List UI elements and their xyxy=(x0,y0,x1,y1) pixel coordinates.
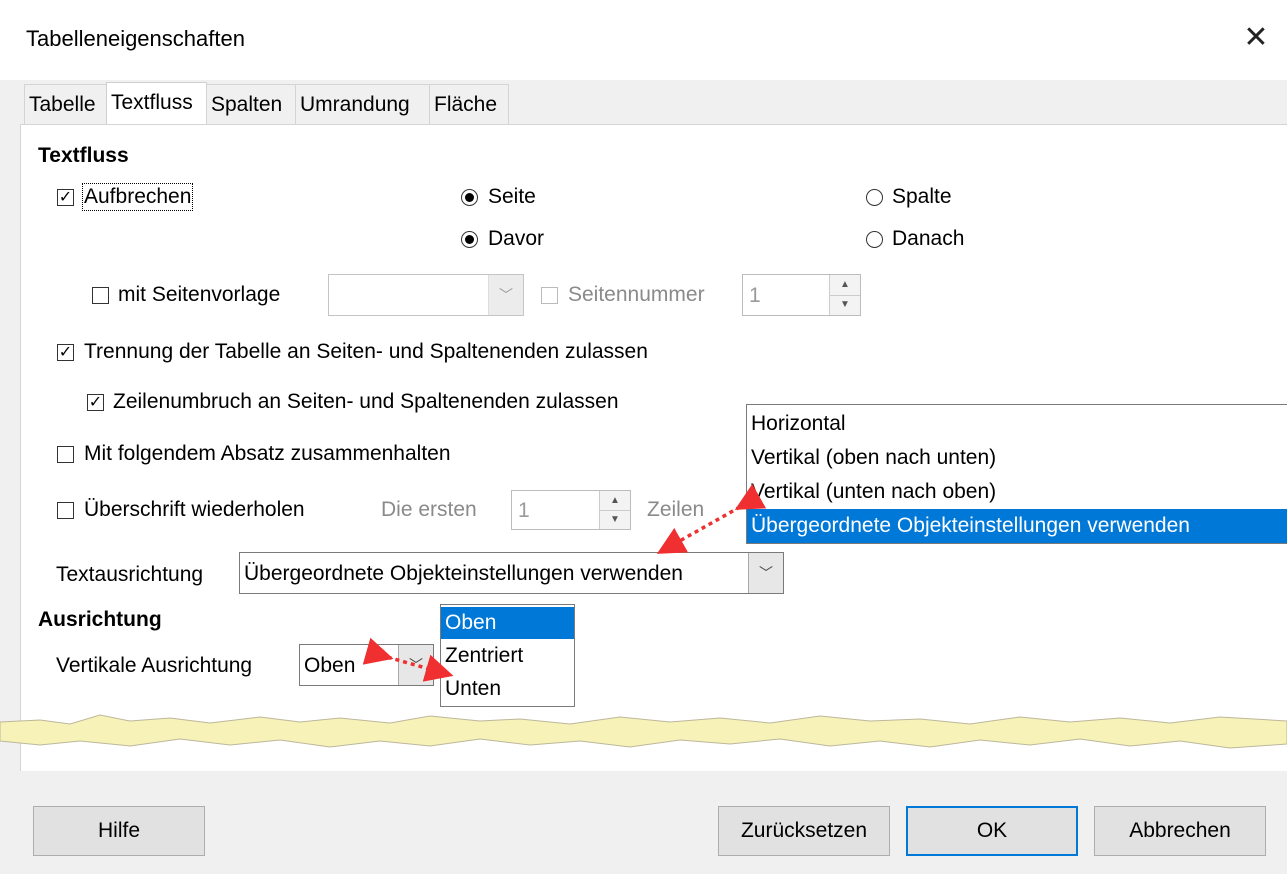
torn-edge xyxy=(0,714,1287,749)
textausrichtung-callout-arrow xyxy=(656,483,767,554)
reset-button[interactable]: Zurücksetzen xyxy=(718,806,890,856)
help-button[interactable]: Hilfe xyxy=(33,806,205,856)
vertikal-callout-arrow xyxy=(362,637,454,682)
table-properties-dialog: Tabelleneigenschaften ✕ Tabelle Textflus… xyxy=(0,0,1287,874)
ok-button[interactable]: OK xyxy=(906,806,1078,856)
cancel-button[interactable]: Abbrechen xyxy=(1094,806,1266,856)
torn-edge-band xyxy=(0,714,1287,749)
